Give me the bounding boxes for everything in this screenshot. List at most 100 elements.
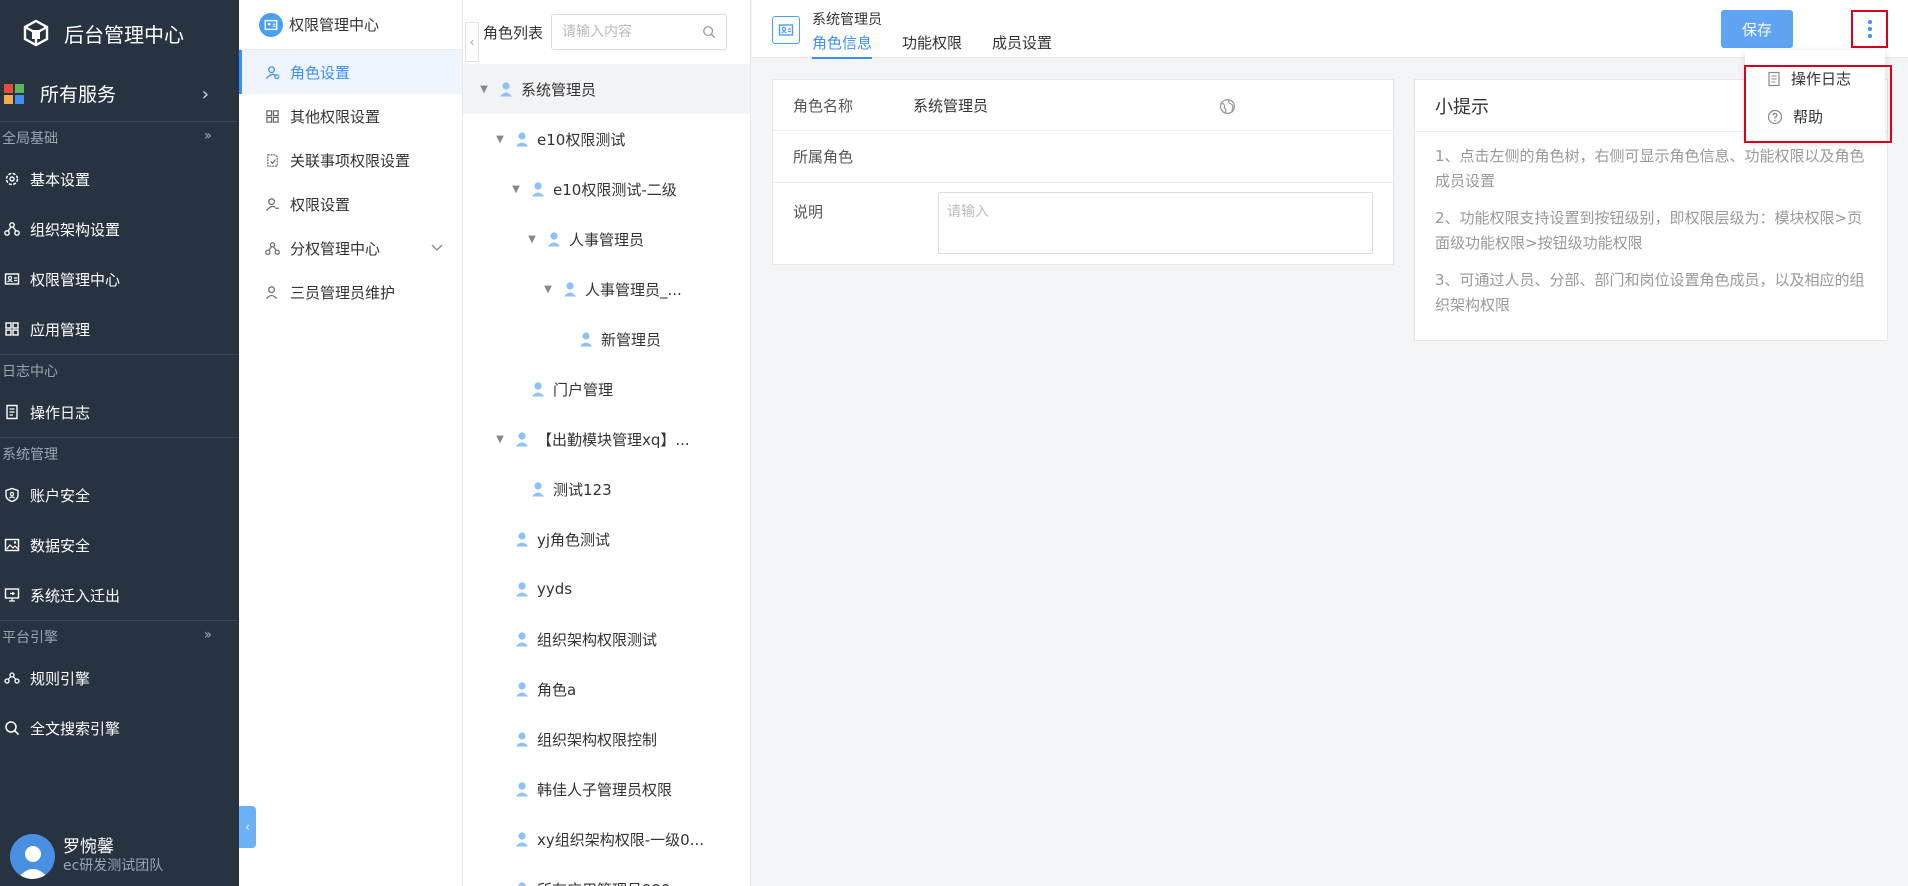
tree-node[interactable]: 组织架构权限控制 xyxy=(463,714,750,764)
role-tree-panel: 角色列表 ▼ 系统管理员 ▼ e10权限测试 ▼ e10权限测试-二级 ▼ 人事管理员 ▼ 人事管… xyxy=(463,0,751,886)
collapse-tree-button[interactable]: ‹ xyxy=(465,22,479,62)
nav-item-basic-settings[interactable]: 基本设置 xyxy=(0,154,239,204)
more-options-button[interactable] xyxy=(1851,10,1888,48)
user-icon xyxy=(516,682,528,697)
group-title-engine[interactable]: 平台引擎 ›› xyxy=(0,621,239,653)
help-icon xyxy=(1767,109,1783,124)
tree-node[interactable]: 测试123 xyxy=(463,464,750,514)
tree-node[interactable]: ▼ 【出勤模块管理xq】... xyxy=(463,414,750,464)
menu-item-operation-log[interactable]: 操作日志 xyxy=(1767,68,1851,89)
role-tree-header: 角色列表 xyxy=(463,0,750,64)
nav-item-permission-center[interactable]: 权限管理中心 xyxy=(0,254,239,304)
user-icon xyxy=(532,482,544,497)
tree-node[interactable]: 角色a xyxy=(463,664,750,714)
user-icon xyxy=(532,182,544,197)
caret-down-icon[interactable]: ▼ xyxy=(525,234,539,245)
user-icon xyxy=(265,285,278,299)
detail-topbar: 系统管理员 角色信息 功能权限 成员设置 保存 xyxy=(752,0,1908,59)
caret-down-icon[interactable]: ▼ xyxy=(493,434,507,445)
nav-item-app-management[interactable]: 应用管理 xyxy=(0,304,239,354)
search-icon[interactable] xyxy=(702,25,716,39)
submenu-item-other-permissions[interactable]: 其他权限设置 xyxy=(239,94,462,138)
tree-node[interactable]: 所有应用管理员999 xyxy=(463,864,750,886)
tree-node[interactable]: ▼ 人事管理员 xyxy=(463,214,750,264)
globe-icon[interactable] xyxy=(1219,98,1236,115)
tree-node-label: 人事管理员 xyxy=(569,230,645,249)
caret-down-icon[interactable]: ▼ xyxy=(477,84,491,95)
tree-node[interactable]: ▼ e10权限测试 xyxy=(463,114,750,164)
tab-role-info[interactable]: 角色信息 xyxy=(812,32,873,59)
submenu-item-permission-settings[interactable]: 权限设置 xyxy=(239,182,462,226)
user-icon xyxy=(500,82,512,97)
submenu-item-label: 三员管理员维护 xyxy=(290,283,396,302)
role-search-input[interactable] xyxy=(562,24,693,40)
tree-node[interactable]: 韩佳人子管理员权限 xyxy=(463,764,750,814)
submenu-item-label: 权限设置 xyxy=(290,195,351,214)
nav-item-data-security[interactable]: 数据安全 xyxy=(0,520,239,570)
nav-item-fulltext-search[interactable]: 全文搜索引擎 xyxy=(0,703,239,753)
tree-node-label: 新管理员 xyxy=(601,330,662,349)
menu-item-help[interactable]: 帮助 xyxy=(1767,106,1823,127)
tab-function-permissions[interactable]: 功能权限 xyxy=(902,32,962,59)
role-name-row: 角色名称 系统管理员 xyxy=(773,80,1393,131)
nav-item-org-settings[interactable]: 组织架构设置 xyxy=(0,204,239,254)
permission-center-icon xyxy=(259,12,283,37)
user-icon xyxy=(580,332,592,347)
caret-down-icon[interactable]: ▼ xyxy=(509,184,523,195)
apps-icon xyxy=(5,322,19,336)
grid-icon xyxy=(266,109,279,123)
tree-node[interactable]: ▼ 系统管理员 xyxy=(463,64,750,114)
save-button[interactable]: 保存 xyxy=(1721,10,1793,48)
nav-item-account-security[interactable]: 账户安全 xyxy=(0,470,239,520)
collapse-sidebar-button[interactable]: ‹ xyxy=(239,806,256,848)
parent-role-label: 所属角色 xyxy=(793,148,854,166)
role-name-value: 系统管理员 xyxy=(913,96,989,115)
group-title-label: 平台引擎 xyxy=(2,630,58,646)
tree-node[interactable]: yj角色测试 xyxy=(463,514,750,564)
more-vertical-icon xyxy=(1867,20,1872,38)
submenu-item-delegation-center[interactable]: 分权管理中心 xyxy=(239,226,462,270)
tree-node[interactable]: xy组织架构权限-一级0... xyxy=(463,814,750,864)
user-icon xyxy=(548,232,560,247)
user-icon xyxy=(518,882,526,886)
brand[interactable]: 后台管理中心 xyxy=(0,0,239,66)
tree-node[interactable]: 新管理员 xyxy=(463,314,750,364)
tree-node-label: yyds xyxy=(537,580,573,598)
tree-node[interactable]: ▼ 人事管理员_... xyxy=(463,264,750,314)
submenu-item-role-settings[interactable]: 角色设置 xyxy=(239,50,462,94)
user-icon xyxy=(516,532,528,547)
submenu-item-related-permissions[interactable]: 关联事项权限设置 xyxy=(239,138,462,182)
group-title-system: 系统管理 xyxy=(0,438,239,470)
role-list-label: 角色列表 xyxy=(483,23,544,42)
permission-submenu: 权限管理中心 角色设置 其他权限设置 关联事项权限设置 权限设置 分权管理中心 … xyxy=(239,0,463,886)
nav-item-system-migration[interactable]: 系统迁入迁出 xyxy=(0,570,239,620)
tree-node-label: 【出勤模块管理xq】... xyxy=(537,430,690,449)
tree-node[interactable]: 门户管理 xyxy=(463,364,750,414)
nav-item-rule-engine[interactable]: 规则引擎 xyxy=(0,653,239,703)
caret-down-icon[interactable]: ▼ xyxy=(493,134,507,145)
nav-item-label: 操作日志 xyxy=(30,403,91,422)
submenu-item-label: 其他权限设置 xyxy=(290,107,381,126)
user-profile[interactable]: 罗惋馨 ec研发测试团队 xyxy=(0,826,239,886)
description-textarea[interactable] xyxy=(938,192,1373,254)
tree-node[interactable]: ▼ e10权限测试-二级 xyxy=(463,164,750,214)
tree-node-label: 系统管理员 xyxy=(521,80,597,99)
tree-node[interactable]: yyds xyxy=(463,564,750,614)
tree-node-label: 组织架构权限控制 xyxy=(537,730,658,749)
user-icon xyxy=(516,582,528,597)
role-search-box[interactable] xyxy=(551,14,728,50)
tab-member-settings[interactable]: 成员设置 xyxy=(992,32,1052,59)
nav-item-operation-log[interactable]: 操作日志 xyxy=(0,387,239,437)
all-services-button[interactable]: 所有服务 › xyxy=(0,66,239,122)
nav-item-label: 账户安全 xyxy=(30,486,91,505)
chevron-right-icon: › xyxy=(201,84,209,105)
group-title-log: 日志中心 xyxy=(0,355,239,387)
submenu-item-three-admin[interactable]: 三员管理员维护 xyxy=(239,270,462,314)
tree-node-label: 人事管理员_... xyxy=(585,280,682,299)
caret-down-icon[interactable]: ▼ xyxy=(541,284,555,295)
brand-title: 后台管理中心 xyxy=(64,22,184,47)
group-title-global[interactable]: 全局基础 ›› xyxy=(0,122,239,154)
nav-item-label: 权限管理中心 xyxy=(30,270,121,289)
submenu-item-label: 关联事项权限设置 xyxy=(290,151,411,170)
tree-node[interactable]: 组织架构权限测试 xyxy=(463,614,750,664)
